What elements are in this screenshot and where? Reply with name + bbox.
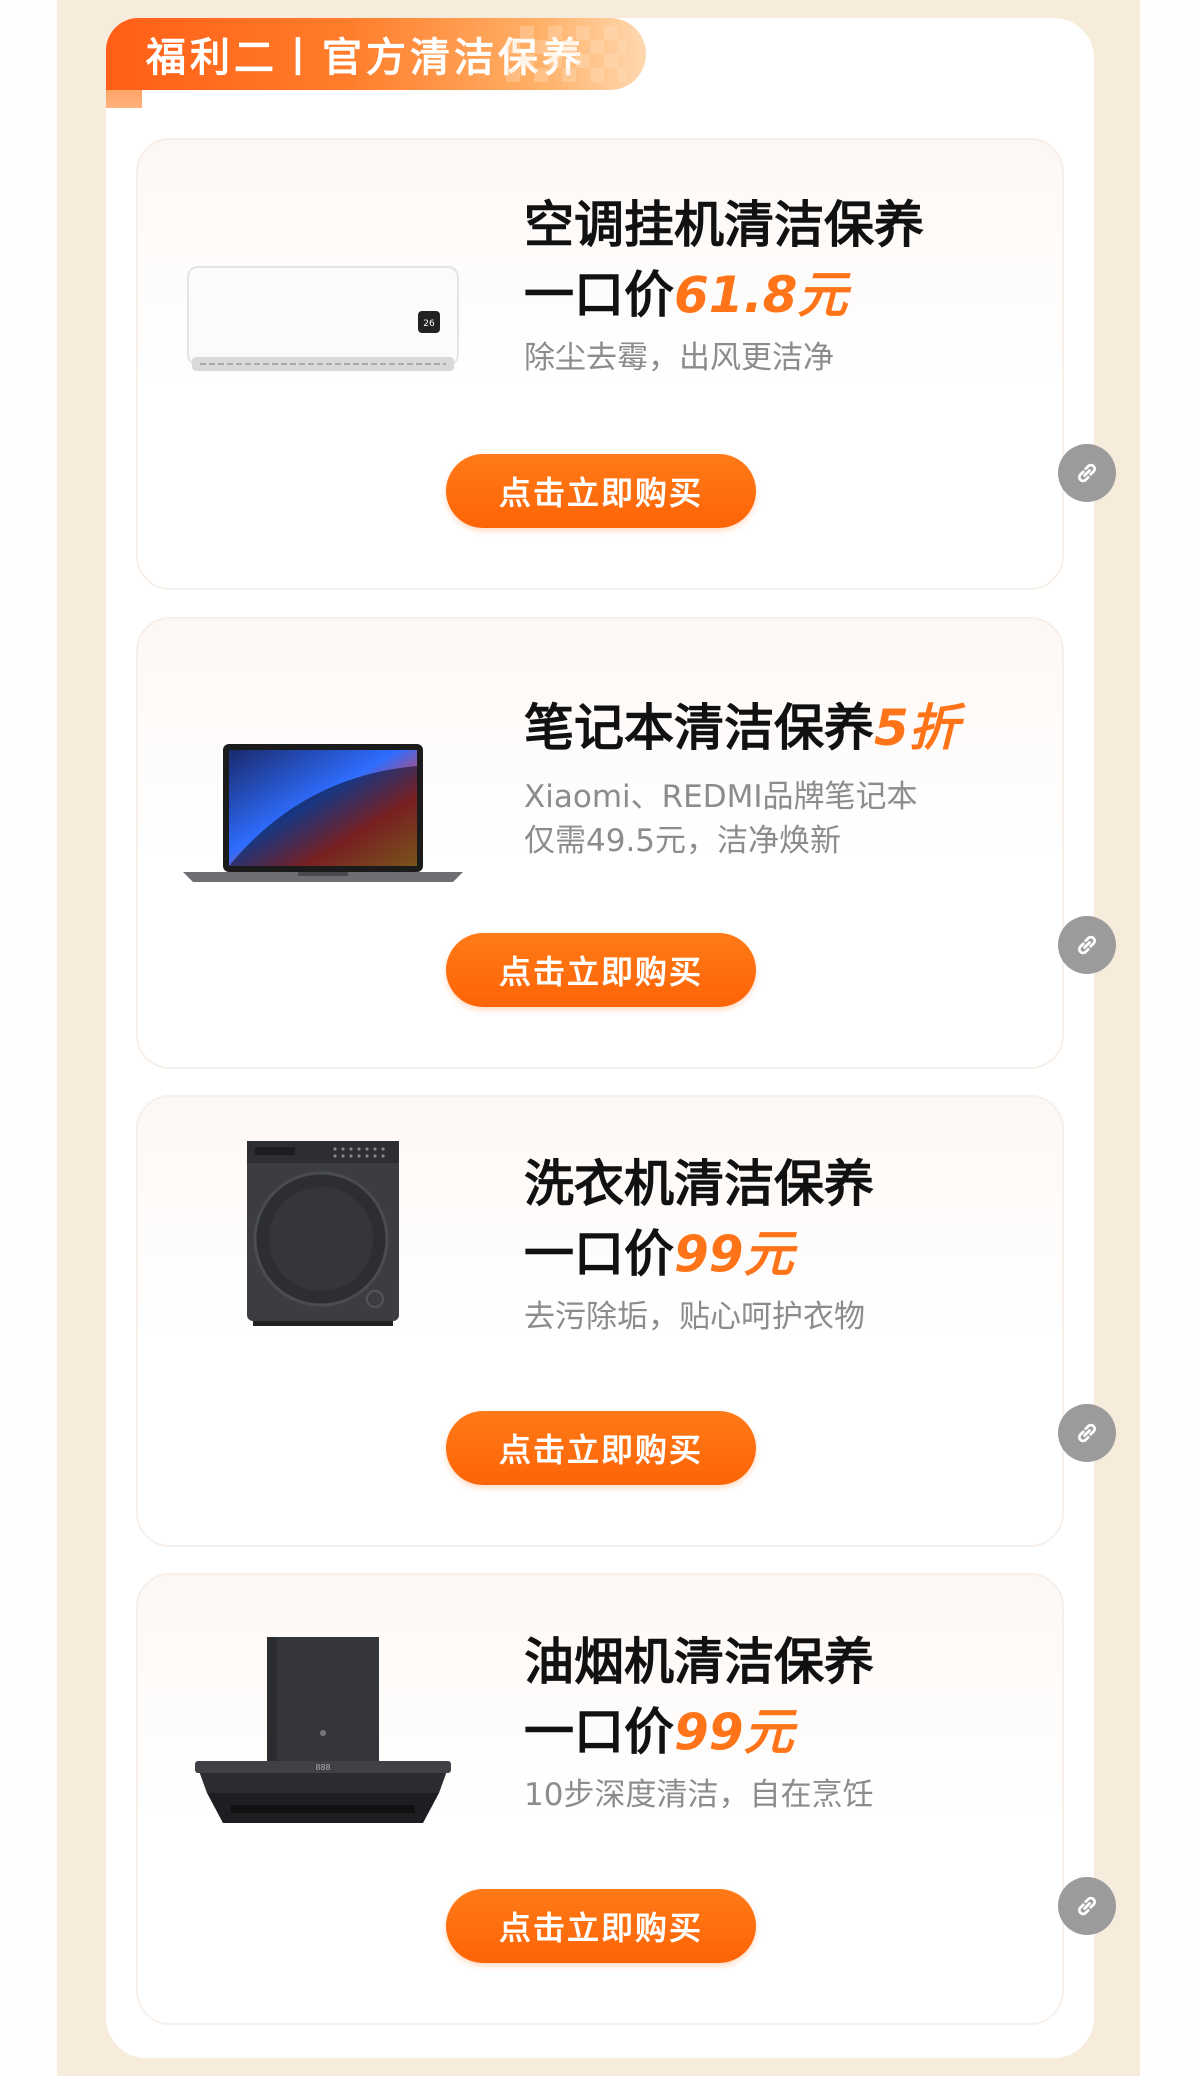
share-link-button[interactable] bbox=[1058, 444, 1116, 502]
price-prefix: 一口价 bbox=[524, 266, 674, 324]
price-prefix: 一口价 bbox=[524, 1703, 674, 1761]
header-decoration bbox=[506, 26, 626, 82]
product-desc: 10步深度清洁，自在烹饪 bbox=[524, 1777, 874, 1813]
price-value: 5折 bbox=[874, 699, 959, 757]
range-hood-image: 888 bbox=[178, 1633, 468, 1833]
product-desc-line2: 仅需49.5元，洁净焕新 bbox=[524, 823, 842, 859]
price-value: 61.8元 bbox=[674, 266, 848, 324]
washing-machine-image bbox=[178, 1133, 468, 1333]
section-header: 福利二丨官方清洁保养 bbox=[106, 18, 646, 90]
product-card-laptop: 笔记本清洁保养5折 Xiaomi、REDMI品牌笔记本 仅需49.5元，洁净焕新… bbox=[136, 617, 1064, 1069]
buy-button[interactable]: 点击立即购买 bbox=[446, 1411, 756, 1485]
svg-text:888: 888 bbox=[315, 1763, 330, 1772]
product-title: 油烟机清洁保养 bbox=[524, 1633, 874, 1691]
product-desc-line1: Xiaomi、REDMI品牌笔记本 bbox=[524, 779, 918, 815]
product-title: 笔记本清洁保养 bbox=[524, 699, 874, 757]
air-conditioner-image: 26 bbox=[178, 200, 468, 440]
share-link-button[interactable] bbox=[1058, 916, 1116, 974]
product-desc: 除尘去霉，出风更洁净 bbox=[524, 340, 834, 376]
svg-text:26: 26 bbox=[423, 319, 435, 329]
price-value: 99元 bbox=[674, 1703, 794, 1761]
buy-button[interactable]: 点击立即购买 bbox=[446, 454, 756, 528]
price-prefix: 一口价 bbox=[524, 1225, 674, 1283]
product-desc: 去污除垢，贴心呵护衣物 bbox=[524, 1299, 865, 1335]
price-value: 99元 bbox=[674, 1225, 794, 1283]
share-link-button[interactable] bbox=[1058, 1404, 1116, 1462]
link-icon bbox=[1078, 1423, 1096, 1443]
product-card-washer: 洗衣机清洁保养 一口价99元 去污除垢，贴心呵护衣物 点击立即购买 bbox=[136, 1095, 1064, 1547]
product-card-ac: 26 空调挂机清洁保养 一口价61.8元 除尘去霉，出风更洁净 点击立即购买 bbox=[136, 138, 1064, 590]
buy-button[interactable]: 点击立即购买 bbox=[446, 1889, 756, 1963]
product-title: 空调挂机清洁保养 bbox=[524, 196, 924, 254]
link-icon bbox=[1078, 935, 1096, 955]
link-icon bbox=[1078, 1896, 1096, 1916]
product-title: 洗衣机清洁保养 bbox=[524, 1155, 874, 1213]
product-card-hood: 888 油烟机清洁保养 一口价99元 10步深度清洁，自在烹饪 点击立即购买 bbox=[136, 1573, 1064, 2025]
laptop-image bbox=[178, 691, 468, 931]
link-icon bbox=[1078, 463, 1096, 483]
share-link-button[interactable] bbox=[1058, 1877, 1116, 1935]
buy-button[interactable]: 点击立即购买 bbox=[446, 933, 756, 1007]
